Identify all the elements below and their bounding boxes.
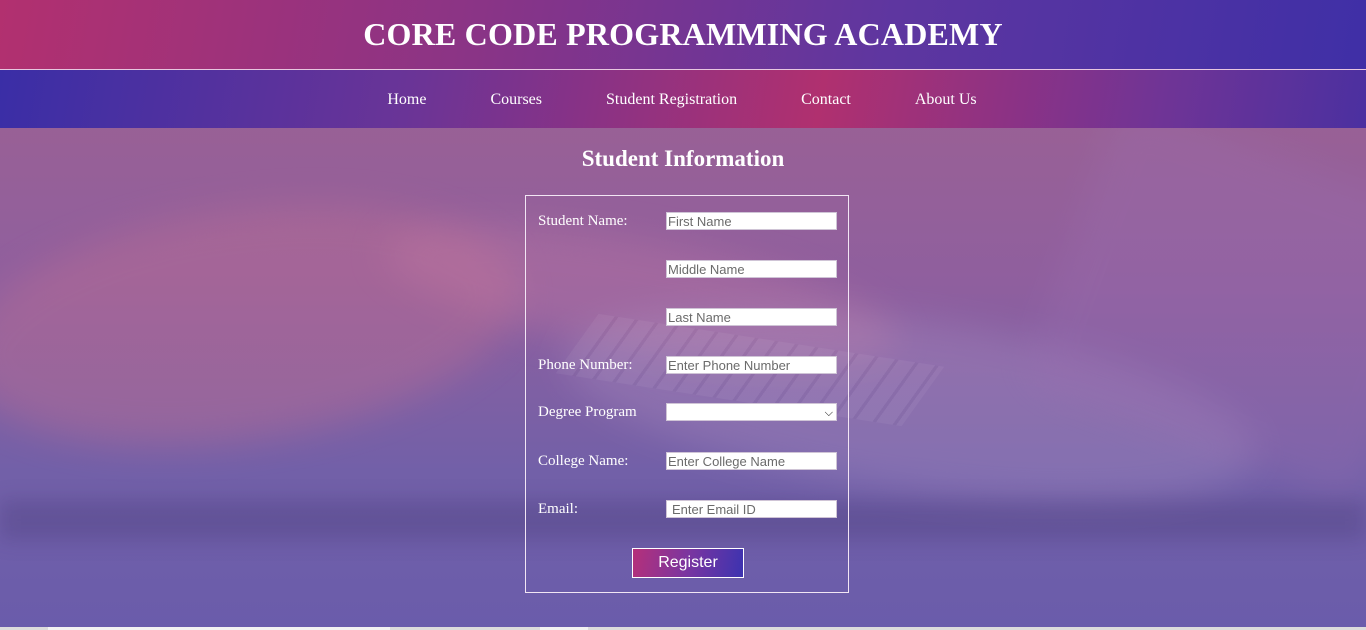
nav-link-home[interactable]: Home xyxy=(387,91,426,108)
last-name-row xyxy=(538,307,838,327)
last-name-input[interactable] xyxy=(666,308,837,326)
phone-label: Phone Number: xyxy=(538,357,633,373)
page: CORE CODE PROGRAMMING ACADEMY Home Cours… xyxy=(0,0,1366,630)
email-input[interactable] xyxy=(666,500,837,518)
site-title: CORE CODE PROGRAMMING ACADEMY xyxy=(363,16,1003,52)
email-label: Email: xyxy=(538,501,578,517)
nav-list: Home Courses Student Registration Contac… xyxy=(387,89,976,109)
first-name-input[interactable] xyxy=(666,212,837,230)
middle-name-row xyxy=(538,259,838,279)
college-row: College Name: xyxy=(538,451,838,471)
nav-link-courses[interactable]: Courses xyxy=(490,91,542,108)
nav-link-contact[interactable]: Contact xyxy=(801,91,851,108)
chevron-down-icon: ⌵ xyxy=(824,406,833,419)
nav-link-about-us[interactable]: About Us xyxy=(915,91,977,108)
student-registration-form: Student Name: Phone Number: Degree Progr… xyxy=(525,195,849,593)
student-name-row: Student Name: xyxy=(538,211,838,231)
nav-link-student-registration[interactable]: Student Registration xyxy=(606,91,737,108)
college-label: College Name: xyxy=(538,453,629,469)
phone-row: Phone Number: xyxy=(538,355,838,375)
main-navigation: Home Courses Student Registration Contac… xyxy=(0,70,1366,128)
degree-row: Degree Program ⌵ xyxy=(538,402,838,422)
email-row: Email: xyxy=(538,499,838,519)
student-name-label: Student Name: xyxy=(538,213,628,229)
degree-select[interactable]: ⌵ xyxy=(666,403,837,421)
degree-label: Degree Program xyxy=(538,404,637,420)
site-header: CORE CODE PROGRAMMING ACADEMY xyxy=(0,0,1366,70)
college-input[interactable] xyxy=(666,452,837,470)
register-button[interactable]: Register xyxy=(632,548,744,578)
middle-name-input[interactable] xyxy=(666,260,837,278)
background-hand-blur xyxy=(0,172,534,478)
form-title: Student Information xyxy=(581,146,785,171)
phone-input[interactable] xyxy=(666,356,837,374)
